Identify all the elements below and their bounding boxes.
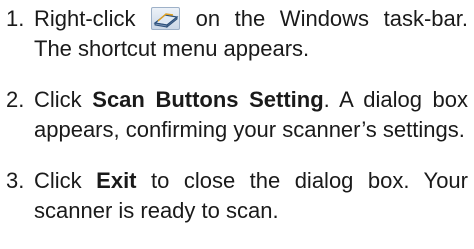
step-number: 2.	[6, 87, 25, 112]
step-number: 1.	[6, 6, 25, 31]
instruction-steps: 1. Right-click on the Windows task-bar. …	[6, 4, 468, 226]
step-text: Click	[34, 87, 82, 112]
step-1: 1. Right-click on the Windows task-bar. …	[6, 4, 468, 64]
step-text: Right-click	[34, 6, 136, 31]
button-name: Exit	[96, 168, 137, 193]
step-text: Click	[34, 168, 82, 193]
scanner-tray-icon	[151, 7, 181, 30]
step-number: 3.	[6, 168, 25, 193]
step-2: 2. Click Scan Buttons Setting. A dialog …	[6, 85, 468, 145]
menu-item-name: Scan Buttons Setting	[92, 87, 324, 112]
step-3: 3. Click Exit to close the dialog box. Y…	[6, 166, 468, 226]
